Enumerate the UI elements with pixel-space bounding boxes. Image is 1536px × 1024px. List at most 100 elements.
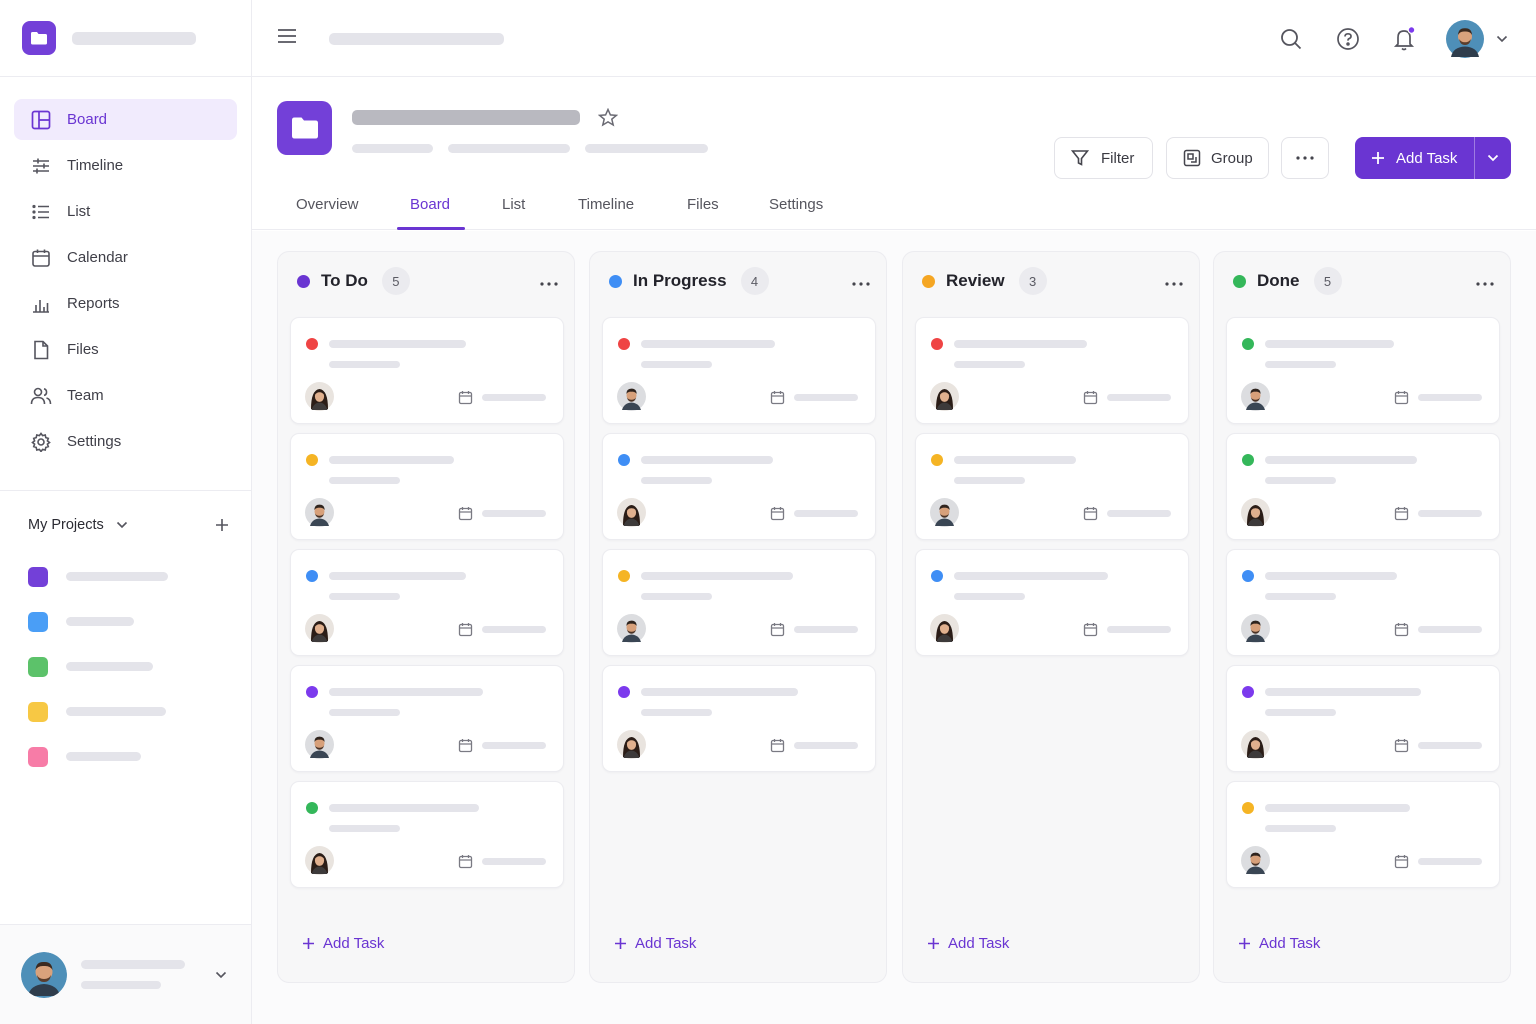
tab-settings[interactable]: Settings	[769, 196, 823, 230]
due-date-placeholder	[482, 510, 546, 517]
calendar-icon	[1083, 622, 1098, 642]
help-icon[interactable]	[1335, 26, 1361, 52]
sidebar-item-list[interactable]: List	[14, 191, 237, 232]
chevron-down-icon[interactable]	[116, 521, 128, 529]
sidebar-item-label: Timeline	[67, 157, 124, 174]
task-card[interactable]	[290, 665, 564, 772]
task-card[interactable]	[290, 433, 564, 540]
sidebar-item-board[interactable]: Board	[14, 99, 237, 140]
project-item[interactable]	[28, 689, 229, 734]
app-logo[interactable]	[22, 21, 56, 55]
task-card[interactable]	[1226, 665, 1500, 772]
sidebar-item-reports[interactable]: Reports	[14, 283, 237, 324]
task-title-placeholder	[954, 572, 1108, 580]
priority-dot	[931, 338, 943, 350]
task-title-placeholder	[641, 340, 775, 348]
task-card[interactable]	[602, 549, 876, 656]
priority-dot	[931, 454, 943, 466]
calendar-icon	[458, 622, 473, 642]
project-color-swatch	[28, 656, 48, 677]
task-card[interactable]	[290, 549, 564, 656]
sidebar-item-label: Team	[67, 387, 104, 404]
project-name-placeholder	[66, 662, 153, 671]
task-title-placeholder	[954, 340, 1087, 348]
star-icon[interactable]	[597, 107, 619, 132]
task-subtitle-placeholder	[1265, 709, 1336, 716]
more-horizontal-icon[interactable]	[852, 273, 870, 291]
project-item[interactable]	[28, 734, 229, 779]
add-task-dropdown-button[interactable]	[1475, 137, 1511, 179]
project-item[interactable]	[28, 554, 229, 599]
task-card[interactable]	[915, 549, 1189, 656]
task-card[interactable]	[602, 665, 876, 772]
tab-board[interactable]: Board	[410, 196, 450, 230]
plus-icon	[303, 938, 314, 949]
sidebar-item-label: Reports	[67, 295, 120, 312]
task-card[interactable]	[290, 317, 564, 424]
user-profile-footer[interactable]	[0, 924, 251, 1024]
my-projects-header[interactable]: My Projects	[28, 508, 229, 542]
project-title-placeholder	[352, 110, 580, 125]
project-item[interactable]	[28, 644, 229, 689]
filter-button[interactable]: Filter	[1054, 137, 1153, 179]
add-task-link[interactable]: Add Task	[1238, 935, 1320, 952]
add-project-icon[interactable]	[215, 518, 229, 532]
sidebar-item-team[interactable]: Team	[14, 375, 237, 416]
user-menu[interactable]	[1446, 20, 1508, 58]
priority-dot	[618, 338, 630, 350]
project-item[interactable]	[28, 599, 229, 644]
calendar-icon	[458, 738, 473, 758]
avatar	[305, 382, 334, 411]
more-horizontal-icon[interactable]	[1476, 273, 1494, 291]
search-icon[interactable]	[1278, 26, 1304, 52]
sidebar-item-files[interactable]: Files	[14, 329, 237, 370]
task-card[interactable]	[290, 781, 564, 888]
sidebar-item-label: Settings	[67, 433, 122, 450]
priority-dot	[306, 686, 318, 698]
avatar	[930, 498, 959, 527]
chevron-down-icon	[1487, 154, 1499, 162]
priority-dot	[306, 454, 318, 466]
sidebar-item-calendar[interactable]: Calendar	[14, 237, 237, 278]
task-card[interactable]	[602, 433, 876, 540]
add-task-link[interactable]: Add Task	[927, 935, 1009, 952]
task-card[interactable]	[1226, 549, 1500, 656]
more-horizontal-icon[interactable]	[540, 273, 558, 291]
board-column: Done 5 Add Task	[1213, 251, 1511, 983]
more-options-button[interactable]	[1281, 137, 1329, 179]
priority-dot	[931, 570, 943, 582]
calendar-icon	[30, 247, 52, 269]
bell-icon[interactable]	[1392, 26, 1418, 52]
chevron-down-icon[interactable]	[215, 971, 227, 979]
priority-dot	[1242, 686, 1254, 698]
calendar-icon	[1394, 854, 1409, 874]
avatar	[305, 614, 334, 643]
project-name-placeholder	[66, 752, 141, 761]
group-button[interactable]: Group	[1166, 137, 1269, 179]
due-date-placeholder	[1418, 742, 1482, 749]
avatar	[617, 382, 646, 411]
tab-files[interactable]: Files	[687, 196, 719, 230]
plus-icon	[1372, 152, 1384, 164]
task-title-placeholder	[329, 340, 466, 348]
add-task-link[interactable]: Add Task	[614, 935, 696, 952]
add-task-link[interactable]: Add Task	[302, 935, 384, 952]
task-title-placeholder	[641, 456, 773, 464]
column-title: Review	[946, 271, 1005, 290]
tab-list[interactable]: List	[502, 196, 525, 230]
add-task-button[interactable]: Add Task	[1355, 137, 1475, 179]
tab-timeline[interactable]: Timeline	[578, 196, 634, 230]
task-card[interactable]	[915, 317, 1189, 424]
task-card[interactable]	[1226, 781, 1500, 888]
hamburger-menu-icon[interactable]	[276, 27, 298, 50]
more-horizontal-icon[interactable]	[1165, 273, 1183, 291]
task-card[interactable]	[1226, 433, 1500, 540]
task-card[interactable]	[915, 433, 1189, 540]
task-card[interactable]	[1226, 317, 1500, 424]
task-title-placeholder	[954, 456, 1076, 464]
task-title-placeholder	[329, 456, 454, 464]
task-card[interactable]	[602, 317, 876, 424]
sidebar-item-timeline[interactable]: Timeline	[14, 145, 237, 186]
sidebar-item-settings[interactable]: Settings	[14, 421, 237, 462]
tab-overview[interactable]: Overview	[296, 196, 359, 230]
